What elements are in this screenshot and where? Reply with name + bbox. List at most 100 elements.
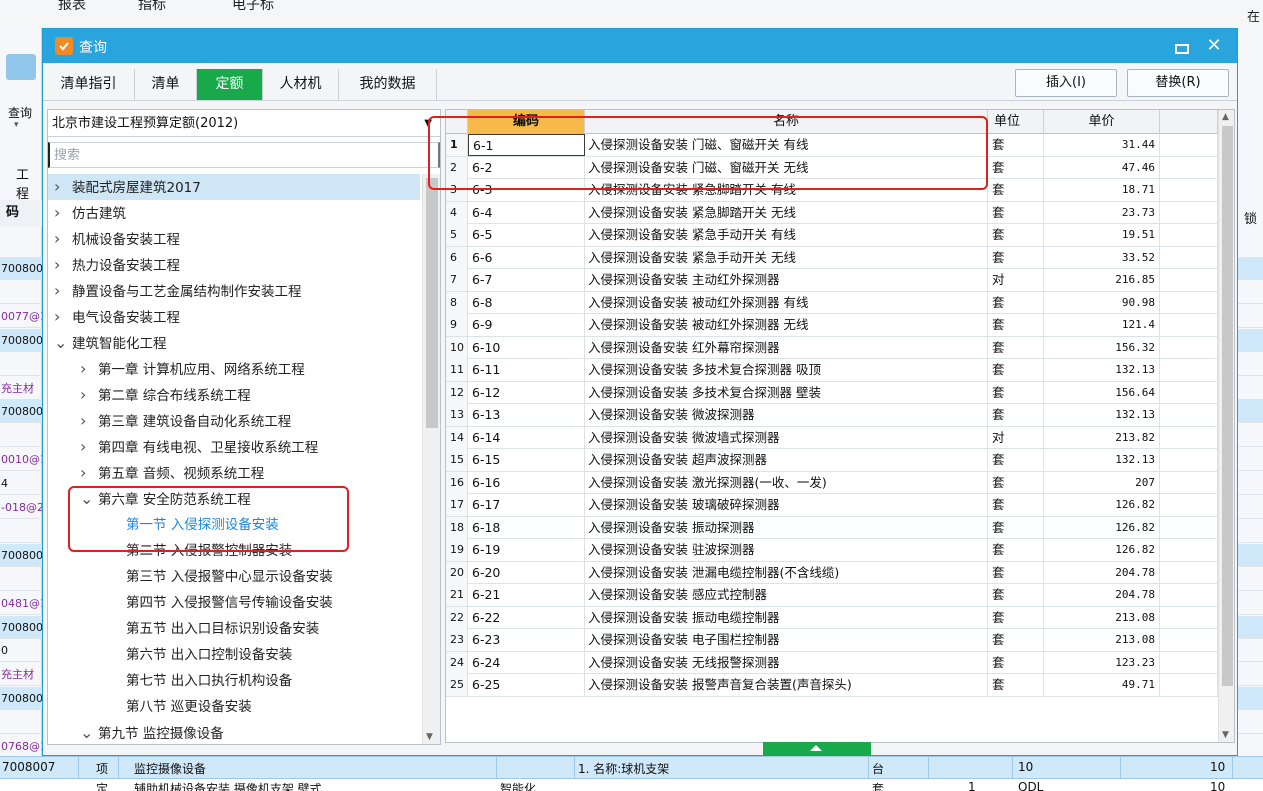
scroll-up-icon[interactable]: ▲ xyxy=(1222,112,1229,122)
quota-row[interactable]: 3 6-3 入侵探测设备安装 紧急脚踏开关 有线套 18.71 xyxy=(446,179,1218,202)
background-row-code[interactable] xyxy=(0,424,42,448)
chevron-right-icon[interactable]: › xyxy=(80,356,98,382)
chevron-down-icon[interactable]: ⌄ xyxy=(54,330,72,356)
quota-row[interactable]: 7 6-7 入侵探测设备安装 主动红外探测器对 216.85 xyxy=(446,269,1218,292)
background-row-code[interactable] xyxy=(0,520,42,543)
quota-row[interactable]: 2 6-2 入侵探测设备安装 门磁、窗磁开关 无线套 47.46 xyxy=(446,156,1218,179)
tree-node[interactable]: ⌄ 第六章 安全防范系统工程 xyxy=(48,486,251,512)
name-header[interactable]: 名称 xyxy=(585,110,988,134)
tree-node[interactable]: 第四节 入侵报警信号传输设备安装 xyxy=(48,590,333,616)
quota-row[interactable]: 4 6-4 入侵探测设备安装 紧急脚踏开关 无线套 23.73 xyxy=(446,201,1218,224)
background-row-code[interactable]: 700800 xyxy=(0,543,42,567)
tab-quota[interactable]: 定额 xyxy=(197,69,263,100)
tab-list-guide[interactable]: 清单指引 xyxy=(43,69,135,100)
quota-row[interactable]: 20 6-20 入侵探测设备安装 泄漏电缆控制器(不含线缆) 套 204.78 xyxy=(446,561,1218,584)
quota-library-select[interactable]: 北京市建设工程预算定额(2012) ▼ xyxy=(48,110,440,137)
quota-row[interactable]: 12 6-12 入侵探测设备安装 多技术复合探测器 壁装套 156.64 xyxy=(446,381,1218,404)
background-row-code[interactable]: -018@2 xyxy=(0,496,42,519)
tree-node[interactable]: › 第一章 计算机应用、网络系统工程 xyxy=(48,356,305,382)
quota-row[interactable]: 5 6-5 入侵探测设备安装 紧急手动开关 有线套 19.51 xyxy=(446,224,1218,247)
tree-node[interactable]: ⌄ 第九节 监控摄像设备 xyxy=(48,720,224,744)
quota-row[interactable]: 21 6-21 入侵探测设备安装 感应式控制器套 204.78 xyxy=(446,584,1218,607)
search-input[interactable] xyxy=(48,142,440,168)
grid-scrollbar-thumb[interactable] xyxy=(1222,126,1233,686)
dropdown-arrow-icon[interactable]: ▼ xyxy=(424,110,432,137)
tree-node[interactable]: › 第五章 音频、视频系统工程 xyxy=(48,460,264,486)
tab-labor-material-machine[interactable]: 人材机 xyxy=(263,69,339,100)
minimize-icon[interactable] xyxy=(1167,33,1193,59)
tree-node[interactable]: › 第二章 综合布线系统工程 xyxy=(48,382,251,408)
background-row-code[interactable]: 700800 xyxy=(0,400,42,424)
quota-row[interactable]: 6 6-6 入侵探测设备安装 紧急手动开关 无线套 33.52 xyxy=(446,246,1218,269)
price-header[interactable]: 单价 xyxy=(1044,110,1160,134)
chevron-right-icon[interactable]: › xyxy=(54,200,72,226)
chevron-right-icon[interactable]: › xyxy=(54,174,72,200)
chevron-down-icon[interactable]: ⌄ xyxy=(80,720,98,744)
quota-row[interactable]: 18 6-18 入侵探测设备安装 振动探测器套 126.82 xyxy=(446,516,1218,539)
tree-node[interactable]: › 机械设备安装工程 xyxy=(48,226,180,252)
tree-node[interactable]: › 电气设备安装工程 xyxy=(48,304,180,330)
quota-row[interactable]: 23 6-23 入侵探测设备安装 电子围栏控制器套 213.08 xyxy=(446,629,1218,652)
menu-item-electronic-bid[interactable]: 电子标 xyxy=(232,0,274,14)
chevron-right-icon[interactable]: › xyxy=(54,278,72,304)
query-icon[interactable] xyxy=(6,54,36,80)
background-row-code[interactable] xyxy=(0,353,42,376)
tree-node[interactable]: 第七节 出入口执行机构设备 xyxy=(48,668,292,694)
background-row-code[interactable] xyxy=(0,568,42,591)
tree-node[interactable]: › 静置设备与工艺金属结构制作安装工程 xyxy=(48,278,302,304)
quota-row[interactable]: 14 6-14 入侵探测设备安装 微波墙式探测器对 213.82 xyxy=(446,426,1218,449)
project-tab-label[interactable]: 工程 xyxy=(16,164,41,202)
background-row-code[interactable]: 充主材 xyxy=(0,663,42,687)
tree-node[interactable]: 第八节 巡更设备安装 xyxy=(48,694,252,720)
tree-scrollbar-thumb[interactable] xyxy=(426,178,438,428)
tree-node[interactable]: › 装配式房屋建筑2017 xyxy=(48,174,420,200)
quota-row[interactable]: 16 6-16 入侵探测设备安装 激光探测器(一收、一发) 套 207 xyxy=(446,471,1218,494)
background-row-code[interactable]: 700800 xyxy=(0,687,42,711)
quota-row[interactable]: 25 6-25 入侵探测设备安装 报警声音复合装置(声音探头) 套 49.71 xyxy=(446,674,1218,697)
tab-list[interactable]: 清单 xyxy=(135,69,197,100)
quota-row[interactable]: 19 6-19 入侵探测设备安装 驻波探测器套 126.82 xyxy=(446,539,1218,562)
background-row-code[interactable]: 0077@1 xyxy=(0,305,42,328)
tree-node[interactable]: 第一节 入侵探测设备安装 xyxy=(48,512,279,538)
chevron-right-icon[interactable]: › xyxy=(80,460,98,486)
tab-my-data[interactable]: 我的数据 xyxy=(339,69,437,100)
quota-row[interactable]: 15 6-15 入侵探测设备安装 超声波探测器套 132.13 xyxy=(446,449,1218,472)
background-row-code[interactable]: 700800 xyxy=(0,328,42,352)
menu-item-report[interactable]: 报表 xyxy=(58,0,86,14)
table-row[interactable]: 7008007 项 监控摄像设备 1. 名称:球机支架 台 10 10 xyxy=(0,756,1263,791)
scroll-down-icon[interactable]: ▼ xyxy=(1222,730,1229,740)
chevron-right-icon[interactable]: › xyxy=(54,252,72,278)
chevron-right-icon[interactable]: › xyxy=(80,382,98,408)
tree-node[interactable]: 第六节 出入口控制设备安装 xyxy=(48,642,292,668)
background-row-code[interactable]: 充主材 xyxy=(0,377,42,400)
chevron-right-icon[interactable]: › xyxy=(54,304,72,330)
quota-row[interactable]: 17 6-17 入侵探测设备安装 玻璃破碎探测器套 126.82 xyxy=(446,494,1218,517)
background-row-code[interactable]: 0768@1 xyxy=(0,735,42,758)
dialog-titlebar[interactable]: 查询 ✕ xyxy=(43,29,1237,63)
tree-node[interactable]: › 第三章 建筑设备自动化系统工程 xyxy=(48,408,291,434)
quota-row[interactable]: 13 6-13 入侵探测设备安装 微波探测器套 132.13 xyxy=(446,404,1218,427)
background-row-code[interactable]: 700800 xyxy=(0,615,42,639)
tree-node[interactable]: › 热力设备安装工程 xyxy=(48,252,180,278)
tree-node[interactable]: ⌄ 建筑智能化工程 xyxy=(48,330,167,356)
quota-row[interactable]: 8 6-8 入侵探测设备安装 被动红外探测器 有线套 90.98 xyxy=(446,291,1218,314)
quota-row[interactable]: 22 6-22 入侵探测设备安装 振动电缆控制器套 213.08 xyxy=(446,606,1218,629)
chevron-right-icon[interactable]: › xyxy=(54,226,72,252)
background-row-code[interactable]: 0010@1 xyxy=(0,448,42,472)
quota-row[interactable]: 10 6-10 入侵探测设备安装 红外幕帘探测器套 156.32 xyxy=(446,336,1218,359)
query-label[interactable]: 查询 xyxy=(8,104,32,121)
tree-scrollbar[interactable]: ▼ xyxy=(422,174,440,744)
tree-node[interactable]: 第五节 出入口目标识别设备安装 xyxy=(48,616,319,642)
background-row-code[interactable] xyxy=(0,711,42,735)
background-row-code[interactable]: 700800 xyxy=(0,257,42,280)
replace-button[interactable]: 替换(R) xyxy=(1127,69,1229,97)
background-row-code[interactable]: 4 xyxy=(0,472,42,496)
chevron-right-icon[interactable]: › xyxy=(80,434,98,460)
background-row-code[interactable]: 0 xyxy=(0,639,42,663)
quota-row[interactable]: 24 6-24 入侵探测设备安装 无线报警探测器套 123.23 xyxy=(446,651,1218,674)
quota-row[interactable]: 9 6-9 入侵探测设备安装 被动红外探测器 无线套 121.4 xyxy=(446,314,1218,337)
unit-header[interactable]: 单位 xyxy=(988,110,1044,134)
table-row[interactable]: 定 辅助机械设备安装 摄像机支架 壁式 智能化 套 1 QDL 10 xyxy=(0,779,1263,791)
tree-node[interactable]: › 仿古建筑 xyxy=(48,200,126,226)
code-header[interactable]: 编码 xyxy=(468,110,585,134)
